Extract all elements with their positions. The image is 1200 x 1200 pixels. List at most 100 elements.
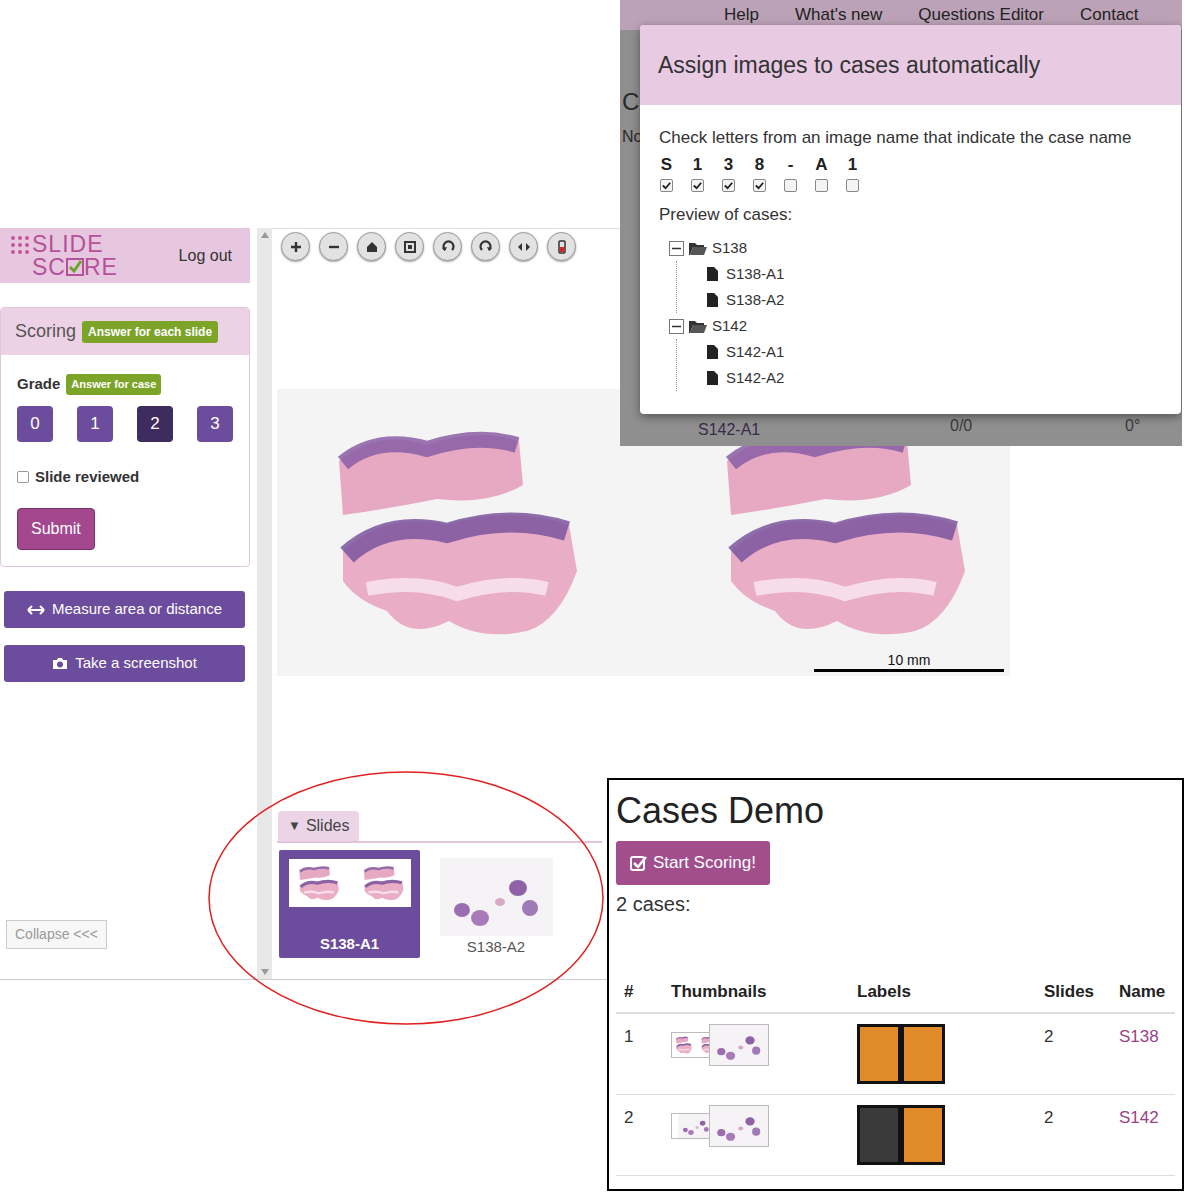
cases-page: Cases DemoStart Scoring!2 cases:#Thumbna…: [607, 778, 1184, 1191]
column-header: Slides: [1036, 979, 1111, 1005]
nav-link[interactable]: Contact: [1080, 2, 1139, 28]
grade-option[interactable]: 3: [197, 406, 233, 442]
reviewed-checkbox-row[interactable]: Slide reviewed: [17, 466, 233, 489]
scrollbar[interactable]: [257, 228, 272, 979]
nav-link[interactable]: Help: [724, 2, 759, 28]
grade-option[interactable]: 1: [77, 406, 113, 442]
folder-open-icon: [689, 319, 707, 333]
toolbar-button[interactable]: [357, 232, 386, 261]
tool-button[interactable]: Take a screenshot: [4, 645, 245, 682]
table-cell: S142-A1: [698, 418, 760, 442]
assign-dialog: Assign images to cases automaticallyChec…: [640, 25, 1181, 414]
zoom-in-icon: [287, 238, 305, 256]
logout-link[interactable]: Log out: [179, 244, 232, 268]
logo-line: SLIDE: [32, 233, 118, 256]
checkbox[interactable]: [691, 179, 704, 192]
letter: -: [788, 155, 794, 175]
expand-toggle-icon[interactable]: [669, 241, 684, 256]
tool-label: Take a screenshot: [75, 652, 197, 675]
labels-cell: [849, 1105, 1036, 1175]
slide-thumbnail[interactable]: S138-A1: [279, 850, 420, 958]
file-icon: [707, 293, 718, 307]
tree-file-row[interactable]: S142-A1: [707, 339, 1162, 365]
letter: S: [661, 155, 672, 175]
full-page-icon: [401, 238, 419, 256]
collapse-arrow: ▼: [288, 816, 301, 836]
slide-thumbnail[interactable]: S138-A2: [439, 850, 553, 958]
label-photo: [857, 1024, 901, 1084]
nav-link[interactable]: Questions Editor: [918, 2, 1044, 28]
column-header: #: [616, 979, 663, 1005]
logo-part: RE: [84, 256, 118, 279]
scoring-panel: ScoringAnswer for each slide Grade Answer …: [0, 307, 250, 567]
nav-link[interactable]: What's new: [795, 2, 882, 28]
left-panel: SLIDESC RE Log out ScoringAnswer for each s…: [0, 228, 250, 979]
camera-icon: [52, 657, 68, 670]
scroll-up-icon: [261, 232, 269, 238]
table-row[interactable]: 12S138: [616, 1014, 1175, 1095]
grade-option[interactable]: 0: [17, 406, 53, 442]
checkbox[interactable]: [815, 179, 828, 192]
letter-column: A: [806, 155, 837, 192]
checkbox[interactable]: [17, 471, 29, 483]
toolbar-button[interactable]: [433, 232, 462, 261]
table-row[interactable]: 22S142: [616, 1095, 1175, 1176]
toolbar-button[interactable]: [281, 232, 310, 261]
reviewed-label: Slide reviewed: [35, 466, 139, 489]
submit-button[interactable]: Submit: [17, 508, 95, 550]
table-cell: 0°: [1125, 414, 1140, 438]
checkbox[interactable]: [722, 179, 735, 192]
expand-toggle-icon[interactable]: [669, 319, 684, 334]
checkbox[interactable]: [846, 179, 859, 192]
logo-check-icon: [66, 258, 84, 276]
home-icon: [363, 238, 381, 256]
case-link[interactable]: S138: [1111, 1024, 1175, 1094]
logo-part: SC: [32, 256, 66, 279]
case-link[interactable]: S142: [1111, 1105, 1175, 1175]
grade-row: Grade Answer for case: [17, 373, 233, 396]
tree-file-row[interactable]: S138-A2: [707, 287, 1162, 313]
slides-tab[interactable]: ▼Slides: [278, 811, 359, 841]
case-name: S138: [712, 237, 747, 260]
slide-name: S138-A1: [320, 933, 379, 956]
tree-folder-row[interactable]: S138: [669, 235, 1162, 261]
column-header: Name: [1111, 979, 1175, 1005]
grade-label: Grade: [17, 373, 60, 396]
column-header: Thumbnails: [663, 979, 849, 1005]
checkbox[interactable]: [660, 179, 673, 192]
submit-row: Submit: [17, 508, 233, 550]
tree-file-row[interactable]: S142-A2: [707, 365, 1162, 391]
checkbox[interactable]: [753, 179, 766, 192]
letter-column: 8: [744, 155, 775, 192]
letter-column: S: [651, 155, 682, 192]
row-index: 2: [616, 1105, 663, 1175]
labels-cell: [849, 1024, 1036, 1094]
tool-button[interactable]: Measure area or distance: [4, 591, 245, 628]
start-scoring-button[interactable]: Start Scoring!: [616, 841, 770, 885]
scoring-header: ScoringAnswer for each slide: [1, 308, 249, 355]
page-heading: C: [622, 84, 639, 120]
toolbar-button[interactable]: [547, 232, 576, 261]
slide-preview-icon: [289, 859, 411, 907]
header-bar: SLIDESC RE Log out: [0, 228, 250, 283]
image-name: S142-A1: [726, 341, 784, 364]
tool-buttons: Measure area or distance Take a screensho…: [0, 591, 250, 682]
table-row: S142-A10/00°: [620, 414, 1182, 446]
toolbar-button[interactable]: [319, 232, 348, 261]
tree-folder-row[interactable]: S142: [669, 313, 1162, 339]
scoring-title: Scoring: [15, 318, 76, 345]
collapse-button[interactable]: Collapse <<<: [6, 920, 107, 949]
grade-option[interactable]: 2: [137, 406, 173, 442]
label-photo: [857, 1105, 901, 1165]
tree-file-row[interactable]: S138-A1: [707, 261, 1162, 287]
badge: Answer for case: [66, 374, 161, 395]
case-tree: S138S138-A1S138-A2S142S142-A1S142-A2: [659, 235, 1162, 391]
row-index: 1: [616, 1024, 663, 1094]
dialog-backdrop: HelpWhat's newQuestions EditorContactCNo…: [620, 0, 1182, 446]
letter-column: 3: [713, 155, 744, 192]
checkbox[interactable]: [784, 179, 797, 192]
toolbar-button[interactable]: [395, 232, 424, 261]
toolbar-button[interactable]: [509, 232, 538, 261]
toolbar-button[interactable]: [471, 232, 500, 261]
brightness-icon: [553, 238, 571, 256]
